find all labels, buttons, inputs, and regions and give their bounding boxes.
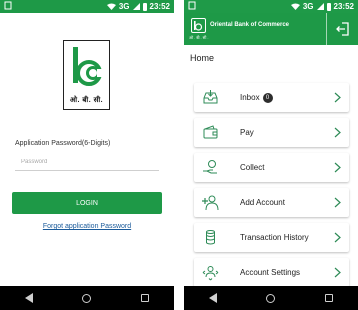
back-icon[interactable] bbox=[208, 293, 217, 303]
system-nav-bar bbox=[0, 286, 174, 310]
notification-icon bbox=[4, 1, 12, 10]
menu-item-transaction-history[interactable]: Transaction History bbox=[194, 223, 349, 252]
chevron-right-icon bbox=[334, 267, 341, 278]
network-type: 3G bbox=[302, 2, 314, 11]
bank-logo bbox=[191, 18, 206, 33]
menu-item-collect[interactable]: Collect bbox=[194, 153, 349, 182]
obc-logo-mark-icon bbox=[73, 47, 106, 86]
bank-logo-subtext: ओ.बी.सी. bbox=[189, 35, 210, 40]
chevron-right-icon bbox=[334, 197, 341, 208]
status-bar: 3G 23:52 bbox=[184, 0, 358, 13]
obc-logo-mark-icon bbox=[194, 21, 203, 31]
logout-button[interactable] bbox=[326, 13, 358, 45]
battery-icon bbox=[142, 2, 147, 11]
login-button[interactable]: LOGIN bbox=[12, 192, 162, 214]
chevron-right-icon bbox=[334, 232, 341, 243]
home-screen: 3G 23:52 ओ.बी.सी. Oriental Bank of Comme… bbox=[184, 0, 358, 310]
password-input[interactable] bbox=[15, 154, 159, 171]
menu-label-pay: Pay bbox=[240, 128, 254, 137]
wifi-icon bbox=[290, 3, 300, 10]
logo-text: ओ. बी. सी. bbox=[69, 97, 104, 104]
signal-icon bbox=[132, 3, 140, 10]
system-nav-bar bbox=[184, 286, 358, 310]
page-title: Home bbox=[190, 53, 215, 63]
chevron-right-icon bbox=[334, 127, 341, 138]
chevron-right-icon bbox=[334, 92, 341, 103]
chevron-right-icon bbox=[334, 162, 341, 173]
menu-label-add-account: Add Account bbox=[240, 198, 285, 207]
menu-label-collect: Collect bbox=[240, 163, 265, 172]
coins-history-icon bbox=[206, 230, 215, 245]
menu-label-transaction-history: Transaction History bbox=[240, 233, 309, 242]
home-icon[interactable] bbox=[82, 293, 92, 303]
login-screen: 3G 23:52 ओ. बी. सी. Application Password… bbox=[0, 0, 174, 310]
network-type: 3G bbox=[118, 2, 130, 11]
collect-money-icon bbox=[203, 160, 217, 174]
back-icon[interactable] bbox=[24, 293, 33, 303]
menu-item-account-settings[interactable]: Account Settings bbox=[194, 258, 349, 287]
status-bar: 3G 23:52 bbox=[0, 0, 174, 13]
status-time: 23:52 bbox=[333, 2, 354, 11]
battery-icon bbox=[326, 2, 331, 11]
forgot-password-link[interactable]: Forgot application Password bbox=[0, 223, 174, 230]
account-settings-icon bbox=[202, 266, 219, 281]
menu-item-inbox[interactable]: Inbox 0 bbox=[194, 83, 349, 112]
recent-apps-icon[interactable] bbox=[141, 294, 150, 302]
obc-logo: ओ. बी. सी. bbox=[63, 40, 110, 110]
menu-item-pay[interactable]: Pay bbox=[194, 118, 349, 147]
home-icon[interactable] bbox=[266, 293, 276, 303]
bank-name: Oriental Bank of Commerce bbox=[210, 22, 290, 28]
menu-item-add-account[interactable]: Add Account bbox=[194, 188, 349, 217]
app-bar: ओ.बी.सी. Oriental Bank of Commerce bbox=[184, 13, 358, 45]
wifi-icon bbox=[106, 3, 116, 10]
menu-label-inbox: Inbox 0 bbox=[240, 92, 273, 103]
home-menu: Inbox 0 Pay Collect Add Account Transact… bbox=[194, 83, 349, 293]
menu-label-account-settings: Account Settings bbox=[240, 268, 301, 277]
signal-icon bbox=[316, 3, 324, 10]
wallet-icon bbox=[203, 125, 218, 139]
inbox-icon bbox=[203, 90, 218, 104]
add-user-icon bbox=[202, 195, 219, 211]
recent-apps-icon[interactable] bbox=[325, 294, 334, 302]
logout-icon bbox=[335, 22, 349, 36]
notification-icon bbox=[188, 1, 196, 10]
password-label: Application Password(6-Digits) bbox=[15, 140, 111, 147]
status-time: 23:52 bbox=[149, 2, 170, 11]
inbox-count-badge: 0 bbox=[262, 92, 273, 103]
